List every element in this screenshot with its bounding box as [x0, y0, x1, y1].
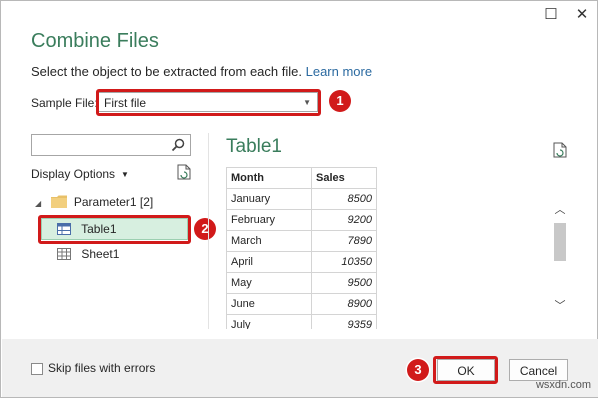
- table-cell: July: [226, 314, 312, 329]
- table-row: July 9359: [226, 314, 377, 329]
- learn-more-link[interactable]: Learn more: [306, 64, 372, 79]
- folder-icon: [50, 195, 67, 208]
- table-cell: 9200: [311, 209, 377, 231]
- scroll-up-icon[interactable]: ︿: [553, 203, 567, 217]
- combine-files-dialog: ☐ ✕ Combine Files Select the object to b…: [0, 0, 598, 398]
- sample-file-value: First file: [104, 96, 146, 110]
- step-badge-2: 2: [194, 218, 216, 240]
- table-icon: [57, 223, 71, 235]
- sample-file-dropdown[interactable]: First file ▼: [98, 92, 318, 112]
- tree-item-table1[interactable]: Table1: [57, 218, 117, 240]
- display-options-label: Display Options: [31, 167, 116, 181]
- table-cell: 7890: [311, 230, 377, 252]
- preview-table: Month Sales January 8500 February 9200 Mar…: [226, 167, 377, 329]
- table-row: January 8500: [226, 188, 377, 210]
- scroll-down-icon[interactable]: ﹀: [553, 299, 567, 313]
- table-row: May 9500: [226, 272, 377, 294]
- refresh-preview-icon[interactable]: [553, 142, 567, 158]
- collapse-triangle-icon[interactable]: ◢: [35, 199, 41, 208]
- preview-table-viewport: Month Sales January 8500 February 9200 Mar…: [221, 161, 381, 329]
- table-row: March 7890: [226, 230, 377, 252]
- tree-folder-label: Parameter1 [2]: [73, 195, 154, 209]
- tree-item-label: Sheet1: [81, 247, 120, 261]
- watermark-text: wsxdn.com: [535, 379, 591, 391]
- display-options-menu[interactable]: Display Options ▼: [31, 167, 129, 181]
- sample-file-label: Sample File:: [31, 96, 98, 110]
- step-badge-1: 1: [329, 90, 351, 112]
- tree-item-sheet1[interactable]: Sheet1: [57, 243, 119, 265]
- preview-scrollbar[interactable]: ︿ ﹀: [553, 201, 567, 313]
- table-cell: June: [226, 293, 312, 315]
- table-cell: January: [226, 188, 312, 210]
- table-cell: 9359: [311, 314, 377, 329]
- table-header-row: Month Sales: [226, 167, 377, 189]
- column-header: Month: [226, 167, 312, 189]
- maximize-button[interactable]: ☐: [540, 5, 562, 25]
- dialog-title: Combine Files: [31, 30, 159, 52]
- search-icon[interactable]: [170, 137, 186, 153]
- pane-divider[interactable]: [208, 133, 209, 329]
- cancel-button[interactable]: Cancel: [509, 359, 568, 381]
- table-row: February 9200: [226, 209, 377, 231]
- ok-button[interactable]: OK: [437, 359, 495, 381]
- table-cell: 9500: [311, 272, 377, 294]
- step-badge-3: 3: [407, 359, 429, 381]
- table-cell: 8500: [311, 188, 377, 210]
- chevron-down-icon: ▼: [303, 98, 311, 107]
- tree-folder-parameter1[interactable]: ◢ Parameter1 [2]: [35, 191, 153, 213]
- skip-errors-checkbox[interactable]: [31, 363, 43, 375]
- subtitle-text: Select the object to be extracted from e…: [31, 64, 302, 79]
- tree-item-label: Table1: [81, 222, 117, 236]
- table-cell: May: [226, 272, 312, 294]
- refresh-document-icon[interactable]: [177, 164, 191, 180]
- column-header: Sales: [311, 167, 377, 189]
- sheet-icon: [57, 248, 71, 260]
- table-cell: April: [226, 251, 312, 273]
- table-cell: 10350: [311, 251, 377, 273]
- scrollbar-thumb[interactable]: [554, 223, 566, 261]
- search-input[interactable]: [31, 134, 191, 156]
- table-cell: March: [226, 230, 312, 252]
- table-row: April 10350: [226, 251, 377, 273]
- close-button[interactable]: ✕: [571, 5, 593, 25]
- dialog-subtitle: Select the object to be extracted from e…: [31, 64, 372, 79]
- table-cell: 8900: [311, 293, 377, 315]
- table-row: June 8900: [226, 293, 377, 315]
- skip-errors-label: Skip files with errors: [48, 361, 156, 375]
- table-cell: February: [226, 209, 312, 231]
- preview-title: Table1: [226, 136, 282, 157]
- caret-down-icon: ▼: [121, 170, 129, 180]
